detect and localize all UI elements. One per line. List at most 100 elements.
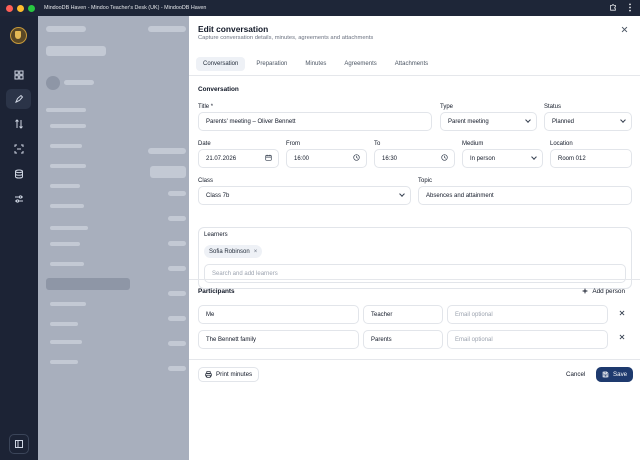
print-minutes-button[interactable]: Print minutes (198, 367, 260, 382)
add-person-button[interactable]: Add person (576, 284, 631, 299)
rocket-nav-button[interactable] (6, 89, 31, 109)
footer-divider (189, 359, 640, 360)
database-nav-button[interactable] (6, 164, 31, 184)
dashboard-nav-button[interactable] (6, 65, 31, 85)
email-placeholder: Email optional (455, 336, 493, 343)
close-icon (621, 26, 628, 33)
participant-name-input[interactable]: The Bennett family (198, 330, 359, 349)
participant-email-input[interactable]: Email optional (447, 305, 608, 324)
settings-nav-button[interactable] (6, 189, 31, 209)
rocket-icon (14, 94, 23, 103)
sliders-icon (14, 195, 23, 203)
tab-preparation[interactable]: Preparation (249, 57, 294, 71)
print-minutes-label: Print minutes (216, 371, 253, 378)
learner-search-placeholder: Search and add learners (212, 270, 278, 277)
scan-nav-button[interactable] (6, 139, 31, 159)
participant-name-input[interactable]: Me (198, 305, 359, 324)
arrows-up-down-icon (14, 119, 23, 129)
from-value: 16:00 (294, 155, 310, 162)
scan-icon (14, 144, 23, 154)
learner-chip: Sofia Robinson × (204, 245, 263, 258)
learner-search-input[interactable]: Search and add learners (204, 264, 626, 283)
remove-learner-icon[interactable]: × (254, 249, 258, 255)
dialog-tabs: Conversation Preparation Minutes Agreeme… (196, 57, 435, 71)
tab-attachments[interactable]: Attachments (388, 57, 435, 71)
window-controls (6, 4, 35, 12)
participants-divider (189, 279, 640, 280)
remove-participant-button[interactable] (619, 333, 625, 342)
email-placeholder: Email optional (455, 311, 493, 318)
background-overlay[interactable] (38, 16, 189, 460)
status-value: Planned (552, 118, 575, 125)
more-vertical-icon[interactable] (628, 3, 632, 14)
panel-icon (15, 440, 23, 448)
close-window-button[interactable] (6, 4, 13, 12)
to-value: 16:30 (382, 155, 398, 162)
save-label: Save (613, 371, 628, 378)
topic-label: Topic (418, 178, 433, 184)
puzzle-icon[interactable] (609, 3, 617, 14)
add-person-label: Add person (592, 288, 625, 295)
tabs-divider (189, 75, 640, 76)
class-label: Class (198, 178, 214, 184)
toggle-panel-button[interactable] (9, 434, 29, 454)
dialog-title: Edit conversation (198, 24, 269, 34)
class-select[interactable]: Class 7b (198, 186, 411, 205)
tab-minutes[interactable]: Minutes (298, 57, 333, 71)
minimize-window-button[interactable] (17, 4, 24, 12)
window-title: MindooDB Haven - Mindoo Teacher's Desk (… (44, 5, 207, 11)
type-select[interactable]: Parent meeting (440, 112, 537, 131)
cancel-button[interactable]: Cancel (560, 367, 591, 382)
chevron-down-icon (399, 191, 405, 198)
chevron-down-icon (531, 154, 537, 161)
plus-icon (582, 288, 588, 296)
from-time-input[interactable]: 16:00 (286, 149, 367, 168)
calendar-icon[interactable] (265, 154, 272, 163)
to-time-input[interactable]: 16:30 (374, 149, 455, 168)
location-input[interactable]: Room 012 (550, 149, 632, 168)
transfer-nav-button[interactable] (6, 114, 31, 134)
app-sidebar (0, 16, 38, 460)
edit-conversation-dialog: Edit conversation Capture conversation d… (189, 16, 640, 460)
type-value: Parent meeting (448, 118, 489, 125)
topic-input[interactable]: Absences and attainment (418, 186, 632, 205)
status-label: Status (544, 104, 562, 110)
database-icon (14, 169, 23, 179)
remove-participant-button[interactable] (619, 309, 625, 318)
type-label: Type (440, 104, 454, 110)
close-icon (619, 334, 625, 340)
participant-role-input[interactable]: Parents (363, 330, 443, 349)
learners-label: Learners (204, 232, 228, 238)
close-icon (619, 310, 625, 316)
chevron-down-icon (620, 117, 626, 124)
participants-section-heading: Participants (198, 288, 235, 295)
tab-agreements[interactable]: Agreements (337, 57, 383, 71)
conversation-section-heading: Conversation (198, 86, 239, 93)
app-logo (10, 27, 27, 44)
class-value: Class 7b (206, 192, 230, 199)
medium-value: In person (470, 155, 496, 162)
cancel-label: Cancel (566, 371, 586, 378)
clock-icon[interactable] (353, 154, 360, 163)
save-button[interactable]: Save (596, 367, 634, 382)
learner-chip-label: Sofia Robinson (209, 248, 250, 255)
close-dialog-button[interactable] (621, 26, 628, 36)
save-icon (602, 371, 609, 378)
medium-select[interactable]: In person (462, 149, 543, 168)
printer-icon (205, 371, 212, 378)
clock-icon[interactable] (441, 154, 448, 163)
window-titlebar: MindooDB Haven - Mindoo Teacher's Desk (… (0, 0, 640, 16)
participant-email-input[interactable]: Email optional (447, 330, 608, 349)
title-label: Title * (198, 104, 214, 110)
from-label: From (286, 141, 300, 147)
chevron-down-icon (525, 117, 531, 124)
date-input[interactable]: 21.07.2026 (198, 149, 279, 168)
to-label: To (374, 141, 381, 147)
status-select[interactable]: Planned (544, 112, 632, 131)
participant-role-input[interactable]: Teacher (363, 305, 443, 324)
title-input[interactable]: Parents' meeting – Oliver Bennett (198, 112, 432, 131)
location-label: Location (550, 141, 573, 147)
tab-conversation[interactable]: Conversation (196, 57, 246, 71)
zoom-window-button[interactable] (28, 4, 35, 12)
date-label: Date (198, 141, 211, 147)
